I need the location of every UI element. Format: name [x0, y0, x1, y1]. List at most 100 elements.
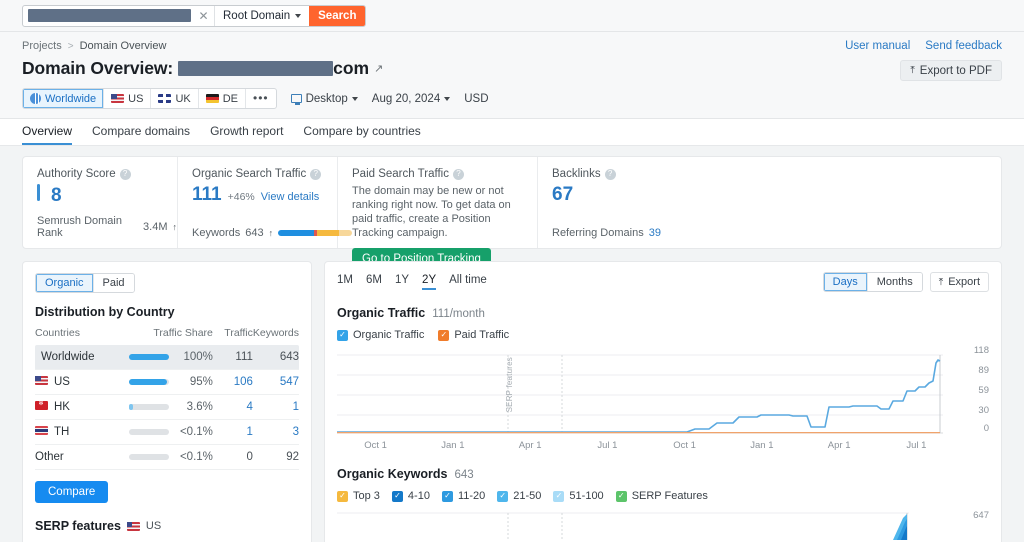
legend-51-100[interactable]: ✓ 51-100	[553, 490, 604, 502]
table-row[interactable]: US 95% 106 547	[35, 369, 299, 396]
legend-paid-traffic[interactable]: ✓ Paid Traffic	[438, 329, 509, 341]
export-button[interactable]: ⤒ Export	[929, 272, 989, 292]
period-all-time[interactable]: All time	[449, 274, 487, 290]
search-input[interactable]	[23, 6, 193, 26]
checkbox-checked-icon[interactable]: ✓	[438, 329, 450, 341]
granularity-days[interactable]: Days	[823, 273, 868, 291]
table-row[interactable]: HK 3.6% 4 1	[35, 394, 299, 421]
geo-filter-more[interactable]: •••	[246, 89, 276, 108]
paid-traffic-label-row: Paid Search Traffic ?	[352, 168, 523, 180]
row-country-worldwide: Worldwide	[41, 351, 95, 363]
organic-traffic-label-row: Organic Search Traffic ?	[192, 168, 323, 180]
filter-row: Worldwide US UK DE ••• Desktop Aug 20, 2…	[22, 88, 1002, 118]
organic-traffic-chart[interactable]: SERP features 118 89 59 30 0	[337, 345, 989, 437]
legend-11-20[interactable]: ✓ 11-20	[441, 490, 485, 502]
toggle-paid[interactable]: Paid	[93, 274, 134, 292]
x-tick-1: Jan 1	[441, 440, 465, 451]
row-traffic[interactable]: 1	[212, 419, 253, 446]
globe-icon	[30, 93, 41, 104]
organic-keywords-chart[interactable]: 647	[337, 510, 989, 540]
semrush-domain-rank-value: 3.4M	[143, 221, 168, 233]
search-button[interactable]: Search	[309, 5, 366, 26]
currency-label: USD	[464, 92, 489, 105]
row-share-bar	[96, 444, 169, 471]
granularity-toggle: Days Months	[822, 272, 923, 292]
paid-traffic-description: The domain may be new or not ranking rig…	[352, 185, 511, 239]
distribution-panel: Organic Paid Distribution by Country Cou…	[22, 261, 312, 542]
checkbox-checked-icon[interactable]: ✓	[441, 490, 453, 502]
breadcrumb-projects[interactable]: Projects	[22, 40, 62, 52]
search-mode-dropdown[interactable]: Root Domain	[215, 6, 309, 26]
geo-filter-de[interactable]: DE	[199, 89, 246, 108]
chevron-down-icon	[295, 13, 302, 18]
legend-serp-features[interactable]: ✓ SERP Features	[615, 490, 708, 502]
period-1y[interactable]: 1Y	[395, 274, 409, 290]
arrow-up-icon: ↑	[268, 228, 274, 238]
row-keywords: 643	[252, 345, 299, 371]
compare-button[interactable]: Compare	[35, 481, 109, 504]
legend-serp-features-label: SERP Features	[631, 490, 708, 502]
send-feedback-link[interactable]: Send feedback	[925, 40, 1002, 52]
organic-traffic-chart-title: Organic Traffic 111/month	[337, 306, 989, 320]
geo-filter-us[interactable]: US	[104, 89, 152, 108]
row-keywords[interactable]: 547	[252, 369, 299, 396]
export-to-pdf-label: Export to PDF	[919, 64, 992, 77]
checkbox-checked-icon[interactable]: ✓	[553, 490, 565, 502]
legend-4-10[interactable]: ✓ 4-10	[391, 490, 430, 502]
domain-redacted-value	[178, 61, 334, 76]
checkbox-checked-icon[interactable]: ✓	[497, 490, 509, 502]
organic-keywords-chart-subtitle: 643	[454, 469, 474, 481]
granularity-months[interactable]: Months	[867, 273, 922, 291]
row-keywords[interactable]: 1	[252, 394, 299, 421]
geo-filter-worldwide-label: Worldwide	[45, 92, 97, 105]
legend-top-3-label: Top 3	[353, 490, 380, 502]
period-2y[interactable]: 2Y	[422, 274, 437, 290]
geo-filter-uk-label: UK	[175, 92, 191, 105]
date-dropdown[interactable]: Aug 20, 2024	[372, 93, 451, 105]
help-icon[interactable]: ?	[604, 168, 616, 180]
toggle-organic[interactable]: Organic	[36, 274, 94, 292]
legend-top-3[interactable]: ✓ Top 3	[337, 490, 380, 502]
checkbox-checked-icon[interactable]: ✓	[615, 490, 627, 502]
geo-filter-uk[interactable]: UK	[151, 89, 199, 108]
row-share-label: 95%	[168, 369, 213, 396]
row-traffic[interactable]: 4	[212, 394, 253, 421]
table-header-row: Countries Traffic Share Traffic Keywords	[35, 327, 299, 345]
checkbox-checked-icon[interactable]: ✓	[391, 490, 403, 502]
geo-filter-group: Worldwide US UK DE •••	[22, 88, 277, 109]
domain-tld: com	[333, 58, 370, 78]
table-row[interactable]: TH <0.1% 1 3	[35, 419, 299, 446]
export-to-pdf-button[interactable]: ⤒ Export to PDF	[900, 60, 1002, 81]
row-traffic: 111	[212, 345, 253, 371]
geo-filter-de-label: DE	[222, 92, 238, 105]
geo-filter-worldwide[interactable]: Worldwide	[23, 89, 105, 108]
tab-growth-report[interactable]: Growth report	[210, 124, 283, 145]
backlinks-widget: Backlinks ? 67 Referring Domains 39	[538, 157, 1001, 248]
period-1m[interactable]: 1M	[337, 274, 353, 290]
legend-21-50[interactable]: ✓ 21-50	[497, 490, 541, 502]
row-keywords[interactable]: 3	[252, 419, 299, 446]
row-traffic[interactable]: 106	[212, 369, 253, 396]
table-row[interactable]: Worldwide 100% 111 643	[35, 345, 299, 371]
user-manual-link[interactable]: User manual	[845, 40, 910, 52]
period-6m[interactable]: 6M	[366, 274, 382, 290]
tab-overview[interactable]: Overview	[22, 124, 73, 145]
traffic-legend: ✓ Organic Traffic ✓ Paid Traffic	[337, 329, 989, 341]
checkbox-checked-icon[interactable]: ✓	[337, 490, 348, 502]
external-link-icon[interactable]: ↗	[374, 62, 383, 75]
breadcrumb-separator-icon: >	[67, 40, 74, 52]
view-details-link[interactable]: View details	[261, 191, 320, 203]
y-tick-118: 118	[973, 345, 989, 356]
device-dropdown[interactable]: Desktop	[290, 93, 358, 105]
help-icon[interactable]: ?	[452, 168, 464, 180]
table-row[interactable]: Other <0.1% 0 92	[35, 444, 299, 471]
legend-organic-traffic[interactable]: ✓ Organic Traffic	[337, 329, 424, 341]
tab-compare-domains[interactable]: Compare domains	[92, 124, 190, 145]
tab-compare-by-countries[interactable]: Compare by countries	[303, 124, 420, 145]
help-icon[interactable]: ?	[119, 168, 131, 180]
row-share-bar	[96, 419, 169, 446]
checkbox-checked-icon[interactable]: ✓	[337, 329, 348, 341]
search-control: ✕ Root Domain Search	[22, 4, 367, 27]
clear-icon[interactable]: ✕	[193, 5, 215, 26]
help-icon[interactable]: ?	[310, 168, 322, 180]
